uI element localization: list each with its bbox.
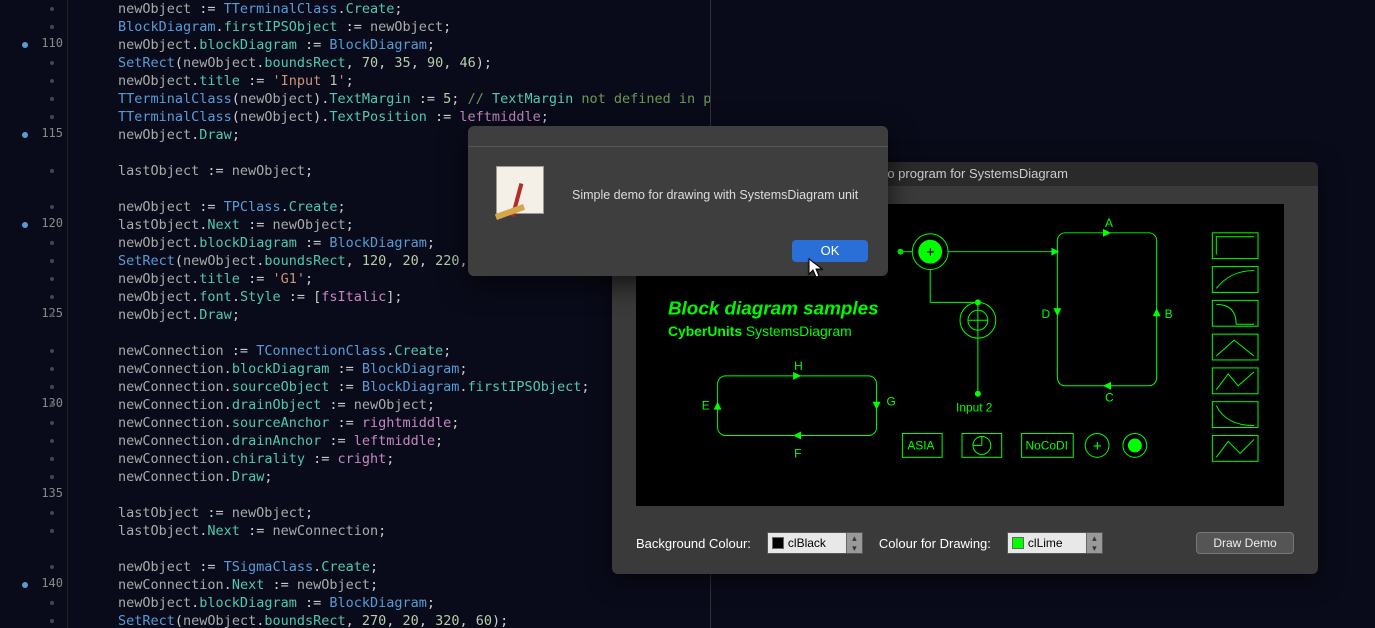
draw-colour-label: Colour for Drawing: xyxy=(879,536,991,551)
label-E: E xyxy=(702,399,710,413)
svg-text:+: + xyxy=(1093,438,1101,454)
gutter-dot-icon xyxy=(50,61,54,65)
code-editor[interactable]: 110 115 120 125 130 135 140 newObject := TTerm… xyxy=(0,0,710,628)
line-number: 110 xyxy=(23,36,63,50)
stepper-icon[interactable] xyxy=(846,533,862,553)
gutter-dot-icon xyxy=(50,529,54,533)
draw-swatch xyxy=(1012,537,1024,549)
code-line[interactable]: SetRect(newObject.boundsRect, 70, 35, 90… xyxy=(118,54,710,72)
gutter-dot-icon xyxy=(50,421,54,425)
bg-swatch xyxy=(772,537,784,549)
gutter-dot-icon xyxy=(50,295,54,299)
draw-demo-button[interactable]: Draw Demo xyxy=(1196,532,1294,554)
label-H: H xyxy=(794,359,803,373)
app-icon xyxy=(496,166,544,214)
label-F: F xyxy=(794,446,801,460)
svg-text:CyberUnits SystemsDiagram: CyberUnits SystemsDiagram xyxy=(668,323,852,339)
bg-colour-label: Background Colour: xyxy=(636,536,751,551)
code-line[interactable]: TTerminalClass(newObject).TextMargin := … xyxy=(118,90,710,108)
code-line[interactable]: newConnection.Next := newObject; xyxy=(118,576,710,594)
gutter-dot-icon xyxy=(50,601,54,605)
gutter-dot-icon xyxy=(50,367,54,371)
breakpoint-icon[interactable] xyxy=(22,132,28,138)
line-number: 125 xyxy=(23,306,63,320)
label-G: G xyxy=(886,395,895,409)
label-D: D xyxy=(1041,307,1050,321)
gutter-dot-icon xyxy=(50,7,54,11)
gutter-dot-icon xyxy=(50,457,54,461)
bottom-bar: Background Colour: clBlack Colour for Dr… xyxy=(636,532,1294,554)
gutter-dot-icon xyxy=(50,277,54,281)
line-number: 120 xyxy=(23,216,63,230)
gutter-dot-icon xyxy=(50,259,54,263)
diagram-subtitle-bold: CyberUnits xyxy=(668,323,742,339)
line-number: 140 xyxy=(23,576,63,590)
dialog-divider xyxy=(468,146,888,147)
gutter-dot-icon xyxy=(50,349,54,353)
alert-dialog: Simple demo for drawing with SystemsDiag… xyxy=(468,126,888,276)
gutter-dot-icon xyxy=(50,385,54,389)
gutter-dot-icon xyxy=(50,313,54,317)
gutter-dot-icon xyxy=(50,475,54,479)
ok-button[interactable]: OK xyxy=(792,240,868,262)
dialog-message: Simple demo for drawing with SystemsDiag… xyxy=(572,188,868,202)
line-number: 115 xyxy=(23,126,63,140)
gutter-dot-icon xyxy=(50,241,54,245)
box-asia: ASIA xyxy=(907,438,934,452)
line-number: 135 xyxy=(23,486,63,500)
gutter-dot-icon xyxy=(50,115,54,119)
code-line[interactable]: TTerminalClass(newObject).TextPosition :… xyxy=(118,108,710,126)
label-A: A xyxy=(1105,216,1113,230)
svg-text:+: + xyxy=(926,245,934,261)
draw-colour-combo[interactable]: clLime xyxy=(1007,532,1103,554)
code-line[interactable]: newObject.blockDiagram := BlockDiagram; xyxy=(118,594,710,612)
stepper-icon[interactable] xyxy=(1086,533,1102,553)
gutter-dot-icon xyxy=(50,619,54,623)
diagram-subtitle-rest: SystemsDiagram xyxy=(742,323,852,339)
gutter-dot-icon xyxy=(50,439,54,443)
code-line[interactable]: BlockDiagram.firstIPSObject := newObject… xyxy=(118,18,710,36)
chart-icons xyxy=(1212,233,1258,461)
gutter-dot-icon xyxy=(50,511,54,515)
gutter-dot-icon xyxy=(50,97,54,101)
code-line[interactable]: newObject.title := 'Input 1'; xyxy=(118,72,710,90)
gutter-dot-icon xyxy=(50,565,54,569)
gutter-dot-icon xyxy=(50,79,54,83)
breakpoint-icon[interactable] xyxy=(22,42,28,48)
label-B: B xyxy=(1165,307,1173,321)
breakpoint-icon[interactable] xyxy=(22,582,28,588)
code-line[interactable]: newObject.blockDiagram := BlockDiagram; xyxy=(118,36,710,54)
box-nocodi: NoCoDI xyxy=(1026,438,1068,452)
gutter-dot-icon xyxy=(50,403,54,407)
bg-colour-value: clBlack xyxy=(788,536,826,550)
bg-colour-combo[interactable]: clBlack xyxy=(767,532,863,554)
gutter-dot-icon xyxy=(50,25,54,29)
diagram-title: Block diagram samples xyxy=(668,297,879,318)
gutter: 110 115 120 125 130 135 140 xyxy=(0,0,68,628)
code-line[interactable]: SetRect(newObject.boundsRect, 270, 20, 3… xyxy=(118,612,710,628)
draw-colour-value: clLime xyxy=(1028,536,1063,550)
gutter-dot-icon xyxy=(50,205,54,209)
line-number: 130 xyxy=(23,396,63,410)
code-line[interactable]: newObject := TTerminalClass.Create; xyxy=(118,0,710,18)
gutter-dot-icon xyxy=(50,169,54,173)
breakpoint-icon[interactable] xyxy=(22,222,28,228)
label-C: C xyxy=(1105,391,1114,405)
label-input2: Input 2 xyxy=(956,401,993,415)
